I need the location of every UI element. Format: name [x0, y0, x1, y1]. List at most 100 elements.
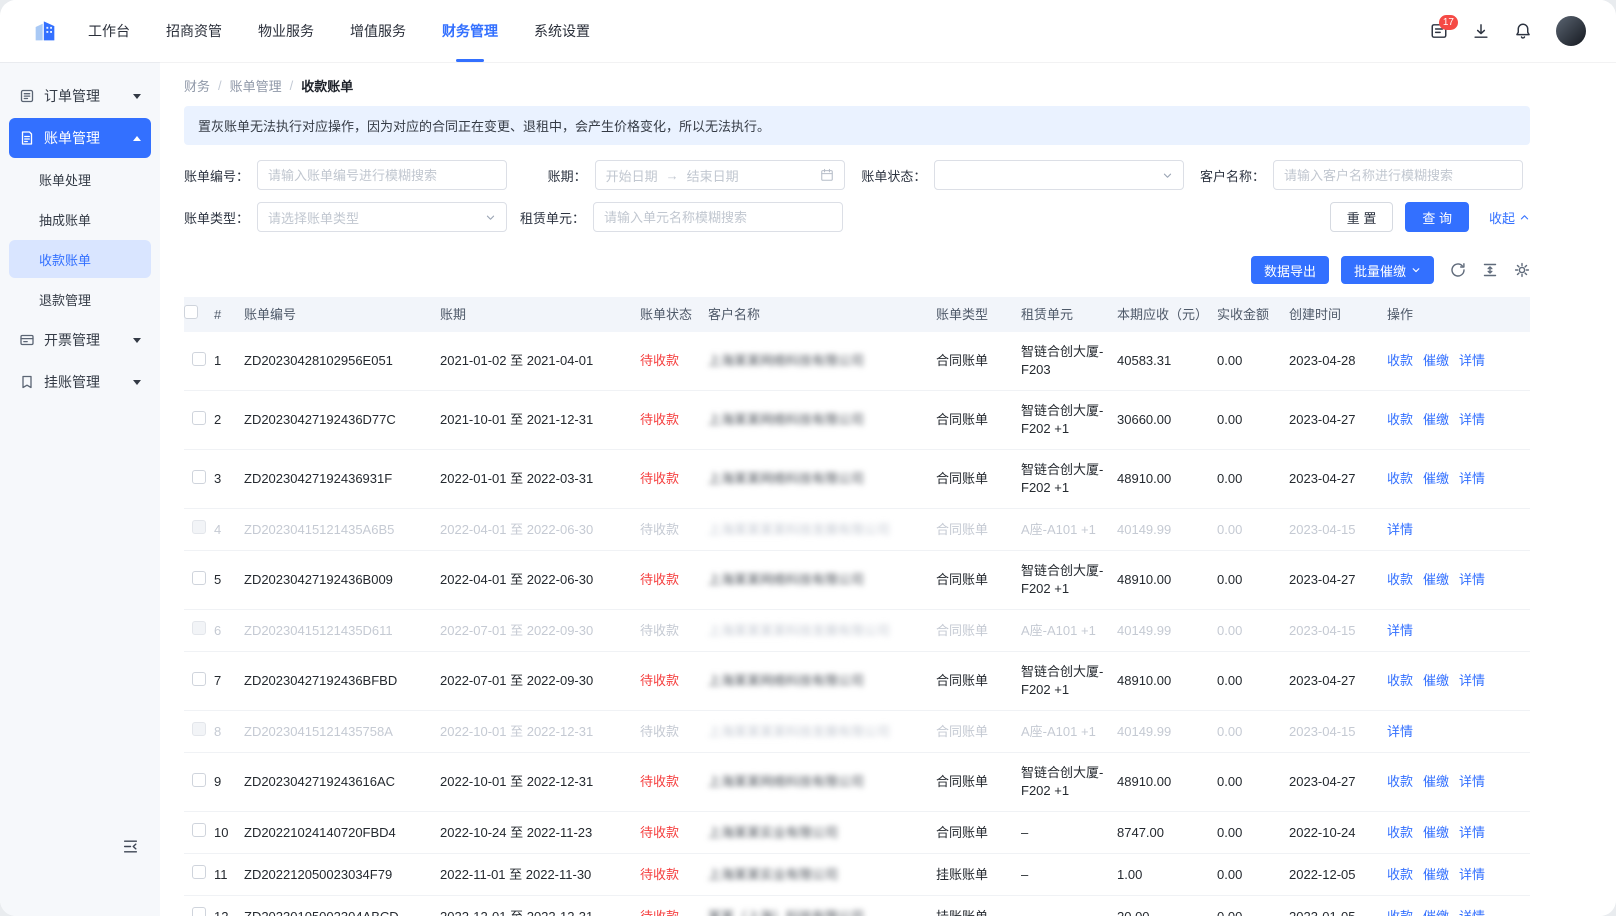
collect-link[interactable]: 收款	[1387, 572, 1413, 587]
nav-item-leasing[interactable]: 招商资管	[166, 0, 222, 62]
settings-icon[interactable]	[1514, 262, 1530, 278]
sidebar-item-bill[interactable]: 账单管理	[9, 118, 151, 158]
nav-item-system[interactable]: 系统设置	[534, 0, 590, 62]
row-checkbox[interactable]	[192, 411, 206, 425]
batch-remind-button[interactable]: 批量催缴	[1341, 256, 1434, 284]
status-badge: 待收款	[640, 825, 679, 840]
bill-no-cell: ZD20230427192436B009	[244, 560, 440, 600]
sidebar-item-ledger[interactable]: 挂账管理	[9, 362, 151, 402]
amount-cell: 40149.99	[1117, 712, 1217, 752]
nav-item-workbench[interactable]: 工作台	[88, 0, 130, 62]
type-select[interactable]: 请选择账单类型	[257, 202, 507, 232]
bill-no-cell: ZD20230105002304ABCD	[244, 897, 440, 916]
header-0: #	[214, 298, 244, 332]
remind-link[interactable]: 催缴	[1423, 909, 1449, 916]
row-checkbox[interactable]	[192, 865, 206, 879]
remind-link[interactable]: 催缴	[1423, 572, 1449, 587]
collect-link[interactable]: 收款	[1387, 471, 1413, 486]
app-logo[interactable]	[30, 16, 60, 46]
row-checkbox[interactable]	[192, 823, 206, 837]
row-checkbox[interactable]	[192, 907, 206, 916]
remind-link[interactable]: 催缴	[1423, 867, 1449, 882]
breadcrumb-link[interactable]: 财务	[184, 76, 210, 95]
customer-input[interactable]	[1273, 160, 1523, 190]
period-cell: 2022-12-01 至 2022-12-31	[440, 897, 640, 916]
unit-input[interactable]	[593, 202, 843, 232]
detail-link[interactable]: 详情	[1459, 774, 1485, 789]
amount-cell: 40149.99	[1117, 611, 1217, 651]
row-checkbox[interactable]	[192, 352, 206, 366]
nav-right: 17	[1430, 16, 1586, 46]
sidebar-item-receipt-bill[interactable]: 收款账单	[9, 240, 151, 278]
reset-button[interactable]: 重 置	[1330, 202, 1394, 232]
collect-link[interactable]: 收款	[1387, 673, 1413, 688]
sidebar-item-invoice[interactable]: 开票管理	[9, 320, 151, 360]
received-cell: 0.00	[1217, 661, 1289, 701]
status-badge: 待收款	[640, 353, 679, 368]
message-icon[interactable]: 17	[1430, 22, 1448, 40]
collect-link[interactable]: 收款	[1387, 774, 1413, 789]
received-cell: 0.00	[1217, 560, 1289, 600]
row-checkbox[interactable]	[192, 571, 206, 585]
detail-link[interactable]: 详情	[1459, 412, 1485, 427]
column-height-icon[interactable]	[1482, 262, 1498, 278]
row-checkbox[interactable]	[192, 672, 206, 686]
collect-link[interactable]: 收款	[1387, 909, 1413, 916]
row-checkbox[interactable]	[192, 470, 206, 484]
nav-item-finance[interactable]: 财务管理	[442, 0, 498, 62]
actions-cell: 收款催缴详情	[1387, 661, 1530, 701]
index-cell: 6	[214, 611, 244, 651]
detail-link[interactable]: 详情	[1459, 353, 1485, 368]
remind-link[interactable]: 催缴	[1423, 353, 1449, 368]
collect-link[interactable]: 收款	[1387, 825, 1413, 840]
collapse-filters-link[interactable]: 收起	[1489, 208, 1530, 227]
detail-link[interactable]: 详情	[1459, 673, 1485, 688]
received-cell: 0.00	[1217, 712, 1289, 752]
date-range-input[interactable]: 开始日期 → 结束日期	[595, 160, 845, 190]
created-cell: 2023-04-27	[1289, 459, 1387, 499]
download-icon[interactable]	[1472, 22, 1490, 40]
detail-link[interactable]: 详情	[1459, 471, 1485, 486]
remind-link[interactable]: 催缴	[1423, 412, 1449, 427]
detail-link[interactable]: 详情	[1459, 867, 1485, 882]
collect-link[interactable]: 收款	[1387, 412, 1413, 427]
detail-link[interactable]: 详情	[1387, 724, 1413, 739]
remind-link[interactable]: 催缴	[1423, 471, 1449, 486]
customer-cell: 上海某某网络科技有限公司	[708, 400, 936, 441]
refresh-icon[interactable]	[1450, 262, 1466, 278]
actions-cell: 收款催缴详情	[1387, 813, 1530, 853]
avatar[interactable]	[1556, 16, 1586, 46]
breadcrumb-link[interactable]: 账单管理	[230, 76, 282, 95]
remind-link[interactable]: 催缴	[1423, 673, 1449, 688]
detail-link[interactable]: 详情	[1387, 522, 1413, 537]
sidebar-item-refund[interactable]: 退款管理	[9, 280, 151, 318]
detail-link[interactable]: 详情	[1387, 623, 1413, 638]
sidebar-item-bill-process[interactable]: 账单处理	[9, 160, 151, 198]
remind-link[interactable]: 催缴	[1423, 774, 1449, 789]
collect-link[interactable]: 收款	[1387, 867, 1413, 882]
bill-no-cell: ZD20230415121435A6B5	[244, 510, 440, 550]
index-cell: 7	[214, 661, 244, 701]
nav-item-value-added[interactable]: 增值服务	[350, 0, 406, 62]
sidebar-item-order[interactable]: 订单管理	[9, 76, 151, 116]
sidebar-item-commission-bill[interactable]: 抽成账单	[9, 200, 151, 238]
amount-cell: 48910.00	[1117, 661, 1217, 701]
bill-no-input[interactable]	[257, 160, 507, 190]
export-button[interactable]: 数据导出	[1251, 256, 1329, 284]
bell-icon[interactable]	[1514, 22, 1532, 40]
select-all-checkbox[interactable]	[184, 305, 198, 319]
batch-remind-label: 批量催缴	[1354, 261, 1406, 280]
nav-item-property[interactable]: 物业服务	[258, 0, 314, 62]
row-checkbox[interactable]	[192, 773, 206, 787]
table-row: 8ZD20230415121435758A2022-10-01 至 2022-1…	[184, 711, 1530, 753]
status-select[interactable]	[934, 160, 1184, 190]
collect-link[interactable]: 收款	[1387, 353, 1413, 368]
remind-link[interactable]: 催缴	[1423, 825, 1449, 840]
unit-cell: A座-A101 +1	[1021, 510, 1117, 550]
sidebar-collapse-icon[interactable]	[122, 838, 139, 858]
detail-link[interactable]: 详情	[1459, 572, 1485, 587]
detail-link[interactable]: 详情	[1459, 825, 1485, 840]
period-cell: 2021-10-01 至 2021-12-31	[440, 400, 640, 440]
search-button[interactable]: 查 询	[1405, 202, 1469, 232]
detail-link[interactable]: 详情	[1459, 909, 1485, 916]
